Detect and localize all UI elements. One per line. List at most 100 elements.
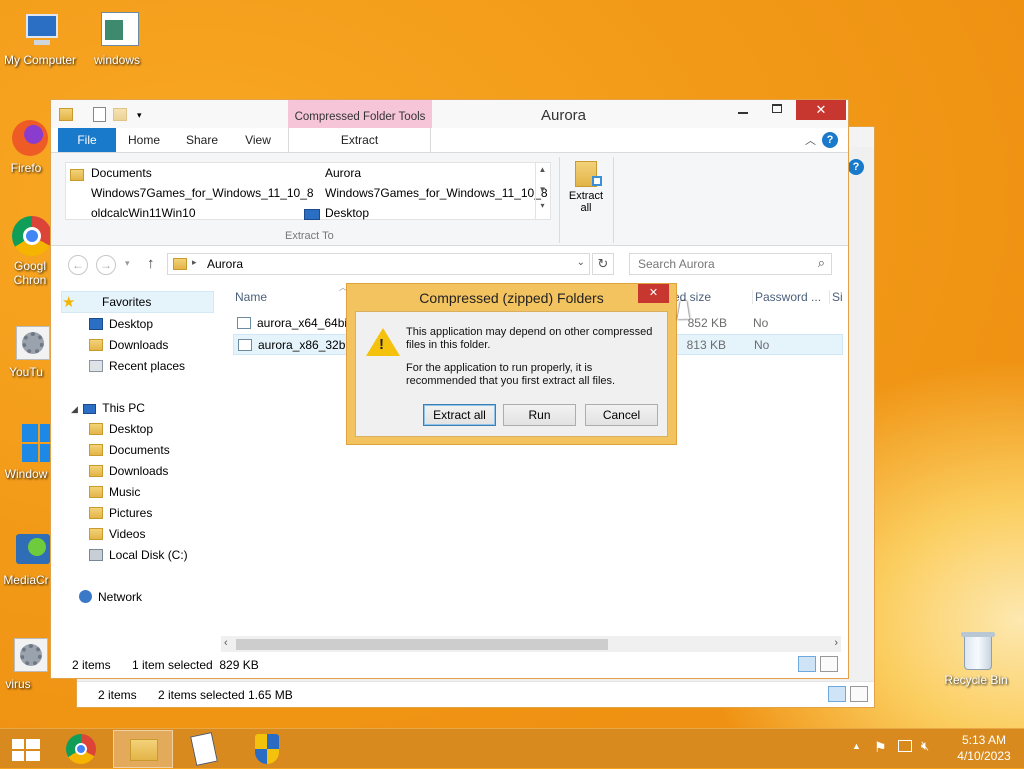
nav-pc-desktop[interactable]: Desktop [89, 422, 153, 436]
extract-to-gallery[interactable]: Documents Aurora Windows7Games_for_Windo… [65, 162, 551, 220]
extract-to-item[interactable]: oldcalcWin11Win10 [91, 206, 196, 220]
collapse-ribbon-icon[interactable]: ︿ [805, 132, 816, 148]
nav-pc-local-disk[interactable]: Local Disk (C:) [89, 548, 188, 562]
shield-icon [255, 734, 279, 764]
new-folder-icon[interactable] [113, 108, 127, 121]
clock-time[interactable]: 5:13 AM [956, 733, 1012, 747]
tab-share[interactable]: Share [177, 128, 227, 152]
up-arrow-icon[interactable]: ↑ [147, 255, 155, 272]
maximize-button[interactable] [762, 100, 792, 120]
column-header-name[interactable]: Name [235, 290, 267, 304]
windows-logo-icon [4, 424, 56, 464]
scroll-down-icon[interactable]: ▼ [536, 185, 549, 195]
scroll-up-icon[interactable]: ▲ [536, 165, 549, 175]
scroll-left-icon[interactable]: ‹ [224, 637, 228, 649]
address-dropdown-icon[interactable]: ⌄ [577, 257, 585, 268]
large-icons-view-icon[interactable] [820, 656, 838, 672]
column-header-size[interactable]: Si [829, 290, 843, 304]
nav-pc-music[interactable]: Music [89, 485, 140, 499]
details-view-icon[interactable] [798, 656, 816, 672]
recent-locations-chevron-icon[interactable]: ▾ [125, 258, 130, 269]
run-button[interactable]: Run [503, 404, 576, 426]
help-icon[interactable]: ? [848, 159, 864, 175]
folder-icon [59, 108, 73, 121]
start-button[interactable] [4, 733, 44, 765]
minimize-button[interactable] [728, 100, 758, 120]
desktop-icon-windows[interactable]: windows [77, 10, 157, 67]
volume-muted-icon[interactable]: 🔇︎ [921, 738, 929, 754]
tab-home[interactable]: Home [119, 128, 169, 152]
taskbar-security[interactable] [237, 730, 297, 768]
ribbon-tab-row: File Home Share View Extract ︿ ? [51, 128, 848, 152]
nav-item-label: Downloads [109, 464, 169, 478]
tab-view[interactable]: View [233, 128, 283, 152]
desktop-icon-recycle-bin[interactable]: Recycle Bin [936, 630, 1016, 687]
drive-icon [89, 549, 103, 561]
taskbar-chrome[interactable] [52, 730, 112, 768]
network-tray-icon[interactable] [898, 740, 912, 752]
nav-favorites[interactable]: ★ Favorites [61, 291, 214, 313]
close-button[interactable]: ✕ [796, 100, 846, 120]
nav-item-label: Desktop [109, 422, 154, 436]
nav-item-label: Local Disk (C:) [109, 548, 188, 562]
nav-fav-desktop[interactable]: Desktop [89, 317, 153, 331]
address-bar[interactable]: ▸ Aurora ⌄ [167, 253, 590, 275]
back-arrow-icon[interactable]: ← [68, 255, 88, 275]
large-icons-view-icon[interactable] [850, 686, 868, 702]
cancel-button[interactable]: Cancel [585, 404, 658, 426]
desktop-icon-youtube[interactable]: YouTu [0, 322, 56, 379]
column-header-password[interactable]: Password ... [752, 290, 821, 304]
extract-to-item[interactable]: Windows7Games_for_Windows_11_10_8 [325, 186, 548, 200]
scrollbar-thumb[interactable] [236, 639, 608, 650]
status-items: 2 items [72, 658, 111, 672]
clock-date[interactable]: 4/10/2023 [948, 749, 1020, 763]
tab-extract[interactable]: Extract [288, 128, 431, 152]
nav-fav-recent-places[interactable]: Recent places [89, 359, 185, 373]
gallery-more-icon[interactable]: ▾ [536, 201, 549, 211]
extract-to-item[interactable]: Desktop [325, 206, 369, 220]
horizontal-scrollbar[interactable]: ‹ › [221, 636, 841, 652]
media-creation-icon [4, 530, 50, 570]
nav-network[interactable]: Network [79, 590, 142, 604]
dialog-close-button[interactable]: ✕ [638, 284, 669, 303]
tab-file[interactable]: File [58, 128, 116, 152]
search-input[interactable]: Search Aurora ⌕ [629, 253, 832, 275]
help-icon[interactable]: ? [822, 132, 838, 148]
extract-to-item[interactable]: Windows7Games_for_Windows_11_10_8 [91, 186, 314, 200]
nav-pc-downloads[interactable]: Downloads [89, 464, 168, 478]
forward-arrow-icon[interactable]: → [96, 255, 116, 275]
taskbar-solitaire[interactable] [175, 730, 235, 768]
search-icon[interactable]: ⌕ [818, 255, 825, 271]
refresh-button[interactable]: ↻ [592, 253, 614, 275]
ribbon-separator [613, 157, 614, 243]
address-path[interactable]: Aurora [207, 257, 243, 271]
desktop-icon-windows11[interactable]: Window [0, 424, 56, 481]
gallery-scrollbar[interactable]: ▲ ▼ ▾ [535, 162, 549, 220]
desktop-icon-mediacreation[interactable]: MediaCr [0, 530, 56, 587]
extract-to-item[interactable]: Aurora [325, 166, 361, 180]
music-folder-icon [89, 486, 103, 498]
desktop-icon-my-computer[interactable]: My Computer [0, 10, 80, 67]
expand-arrow-icon[interactable]: ◢ [71, 404, 78, 414]
action-center-flag-icon[interactable]: ⚑ [874, 739, 887, 756]
nav-fav-downloads[interactable]: Downloads [89, 338, 168, 352]
quick-access-chevron-icon[interactable]: ▾ [137, 110, 142, 121]
title-bar[interactable]: ▾ Compressed Folder Tools Aurora ✕ [51, 100, 848, 130]
details-view-icon[interactable] [828, 686, 846, 702]
nav-this-pc[interactable]: ◢ This PC [71, 401, 145, 415]
extract-to-item[interactable]: Documents [91, 166, 152, 180]
show-hidden-icons-icon[interactable]: ▲ [852, 741, 861, 751]
nav-item-label: Videos [109, 527, 146, 541]
desktop-icon-firefox[interactable]: Firefo [0, 118, 56, 175]
extract-all-dialog-button[interactable]: Extract all [423, 404, 496, 426]
nav-pc-documents[interactable]: Documents [89, 443, 170, 457]
properties-icon[interactable] [93, 107, 106, 122]
back-status-items: 2 items [98, 688, 137, 702]
compressed-folders-dialog[interactable]: Compressed (zipped) Folders ✕ ! This app… [346, 283, 677, 445]
extract-all-button[interactable]: Extract all [563, 157, 609, 225]
nav-pc-pictures[interactable]: Pictures [89, 506, 152, 520]
taskbar-file-explorer[interactable] [113, 730, 173, 768]
nav-pc-videos[interactable]: Videos [89, 527, 145, 541]
desktop-icon-chrome[interactable]: Googl Chron [0, 216, 56, 287]
scroll-right-icon[interactable]: › [834, 637, 838, 649]
